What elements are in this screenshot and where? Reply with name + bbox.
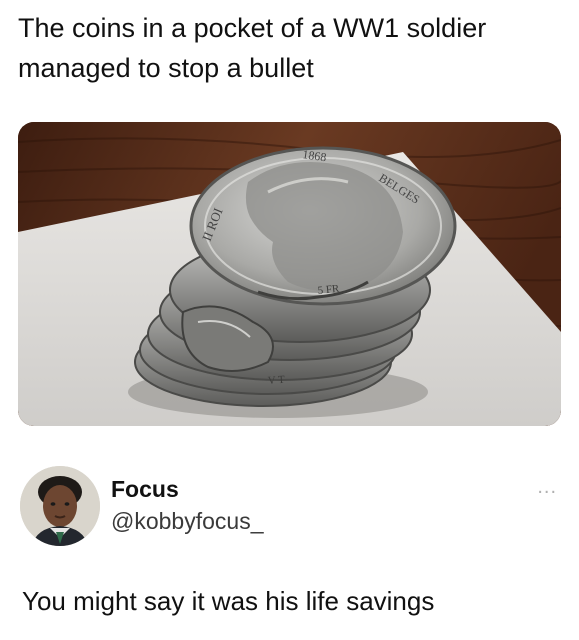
avatar-portrait-icon (20, 466, 100, 546)
tweet-author: Focus @kobbyfocus_ ... (20, 466, 561, 550)
coin-edge-text-1: 5 FR (317, 283, 340, 297)
author-handle[interactable]: @kobbyfocus_ (111, 508, 264, 535)
coin-stack-illustration: 1868 BELGES II ROI 5 FR V T (18, 122, 561, 426)
meme-caption: The coins in a pocket of a WW1 soldier m… (18, 13, 487, 83)
tweet-text: You might say it was his life savings (22, 586, 435, 616)
coin-stack-photo[interactable]: 1868 BELGES II ROI 5 FR V T (18, 122, 561, 426)
avatar[interactable] (20, 466, 100, 546)
more-options-icon[interactable]: ... (537, 476, 557, 499)
author-display-name[interactable]: Focus (111, 476, 179, 503)
coin-edge-text-2: V T (267, 374, 285, 387)
